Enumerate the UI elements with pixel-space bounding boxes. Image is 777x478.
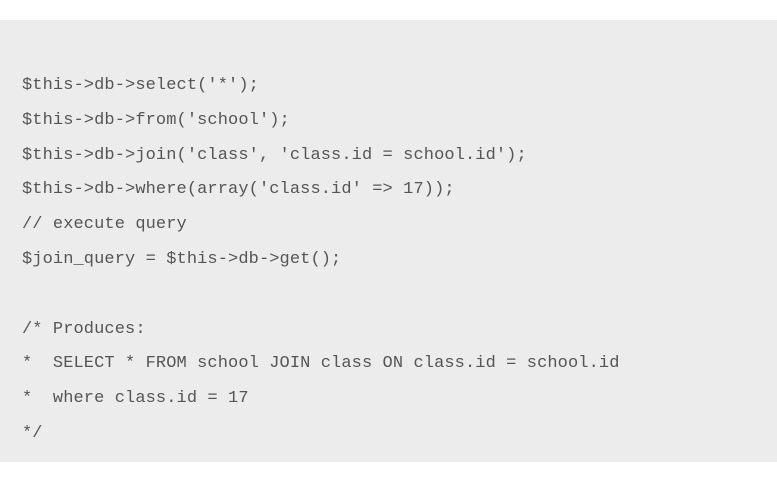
code-comment: /* Produces: (22, 319, 146, 339)
code-line: $this->db->from('school'); (22, 110, 290, 130)
code-comment: * SELECT * FROM school JOIN class ON cla… (22, 354, 620, 374)
code-line: $this->db->join('class', 'class.id = sch… (22, 145, 527, 165)
code-comment: // execute query (22, 215, 187, 235)
code-line: $this->db->select('*'); (22, 76, 259, 95)
code-block: $this->db->select('*'); $this->db->from(… (0, 20, 777, 462)
code-line: $join_query = $this->db->get(); (22, 249, 342, 269)
code-comment: * where class.id = 17 (22, 389, 249, 409)
code-line: $this->db->where(array('class.id' => 17)… (22, 180, 455, 200)
code-comment: */ (22, 423, 43, 443)
